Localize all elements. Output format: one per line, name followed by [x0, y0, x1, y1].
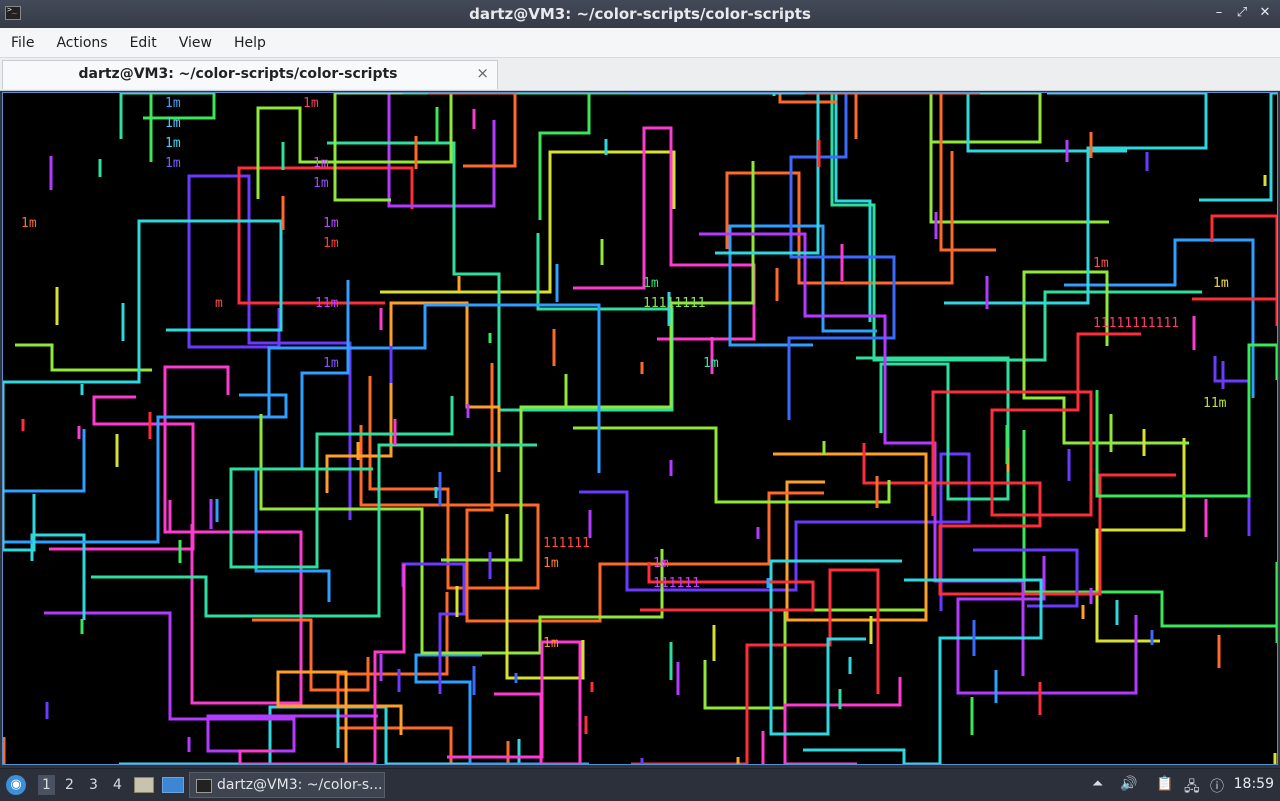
menu-bar: File Actions Edit View Help [0, 28, 1280, 58]
show-desktop-icon[interactable] [162, 777, 184, 793]
terminal-text-fragment: 1m [323, 356, 339, 371]
terminal-view[interactable]: 1m 1m 1m 1m 1m 1m 1m 1m 1m 1m 11m 1m m 1m 11111111 1m 11… [2, 92, 1278, 765]
terminal-text-fragment: m [215, 296, 223, 311]
workspace-4[interactable]: 4 [113, 777, 122, 793]
network-icon[interactable]: 🖧 [1184, 776, 1200, 800]
terminal-text-fragment: 1m [643, 276, 659, 291]
terminal-text-fragment: 1m [165, 136, 181, 151]
terminal-text-fragment: 111111 [653, 576, 700, 591]
terminal-text-fragment: 1m [303, 96, 319, 111]
terminal-text-fragment: 11m [315, 296, 339, 311]
terminal-text-fragment: 11m [1203, 396, 1227, 411]
terminal-text-fragment: 1m [323, 236, 339, 251]
terminal-text-fragment: 1m [1093, 256, 1109, 271]
terminal-text-fragment: 1m [323, 216, 339, 231]
terminal-text-fragment: 1m [703, 356, 719, 371]
terminal-text-fragment: 1m [21, 216, 37, 231]
terminal-text-fragment: 1m [313, 176, 329, 191]
close-icon[interactable]: ✕ [1258, 5, 1272, 20]
file-manager-icon[interactable] [134, 777, 154, 793]
terminal-text-fragment: 1m [543, 556, 559, 571]
terminal-text-fragment: 1m [1213, 276, 1229, 291]
terminal-text-fragment: 1m [653, 556, 669, 571]
terminal-text-fragment: 1m [165, 116, 181, 131]
terminal-text-fragment: 1m [543, 636, 559, 651]
menu-edit[interactable]: Edit [119, 35, 168, 51]
terminal-text-fragment: 1m [165, 156, 181, 171]
tab-close-icon[interactable]: × [476, 64, 489, 82]
window-title: dartz@VM3: ~/color-scripts/color-scripts [469, 5, 811, 23]
taskbar-task-label: dartz@VM3: ~/color-s... [217, 777, 383, 793]
menu-actions[interactable]: Actions [45, 35, 118, 51]
terminal-text-fragment: 1m [313, 156, 329, 171]
maximize-icon[interactable]: ⤢ [1235, 5, 1249, 20]
terminal-text-fragment: 1m [165, 96, 181, 111]
terminal-tab[interactable]: dartz@VM3: ~/color-scripts/color-scripts… [2, 60, 498, 89]
taskbar: ◉ 1 2 3 4 dartz@VM3: ~/color-s... ⏶ 🔊 📋 … [0, 768, 1280, 801]
clipboard-icon[interactable]: 📋 [1156, 776, 1173, 792]
tab-label: dartz@VM3: ~/color-scripts/color-scripts [78, 66, 398, 82]
menu-file[interactable]: File [0, 35, 45, 51]
window-titlebar[interactable]: dartz@VM3: ~/color-scripts/color-scripts… [0, 0, 1280, 28]
window-controls: – ⤢ ✕ [1212, 5, 1272, 20]
volume-icon[interactable]: 🔊 [1120, 776, 1137, 792]
terminal-output-text: 1m 1m 1m 1m 1m 1m 1m 1m 1m 1m 11m 1m m 1m 11111111 1m 11… [21, 96, 1229, 651]
start-menu-icon[interactable]: ◉ [6, 775, 26, 795]
taskbar-terminal-task[interactable]: dartz@VM3: ~/color-s... [189, 772, 385, 798]
menu-view[interactable]: View [168, 35, 223, 51]
terminal-task-icon [196, 779, 212, 793]
clock: 18:59 [1233, 776, 1274, 792]
terminal-text-fragment: 11111111111 [1093, 316, 1179, 331]
update-icon[interactable]: ⓘ [1210, 776, 1224, 796]
minimize-icon[interactable]: – [1212, 5, 1226, 20]
terminal-text-fragment: 111111 [543, 536, 590, 551]
tray-arrow-icon[interactable]: ⏶ [1092, 776, 1103, 792]
terminal-text-fragment: 11111111 [643, 296, 706, 311]
tab-bar: dartz@VM3: ~/color-scripts/color-scripts… [0, 58, 1280, 91]
workspace-2[interactable]: 2 [65, 777, 74, 793]
menu-help[interactable]: Help [223, 35, 277, 51]
workspace-3[interactable]: 3 [89, 777, 98, 793]
workspace-1[interactable]: 1 [38, 775, 55, 795]
